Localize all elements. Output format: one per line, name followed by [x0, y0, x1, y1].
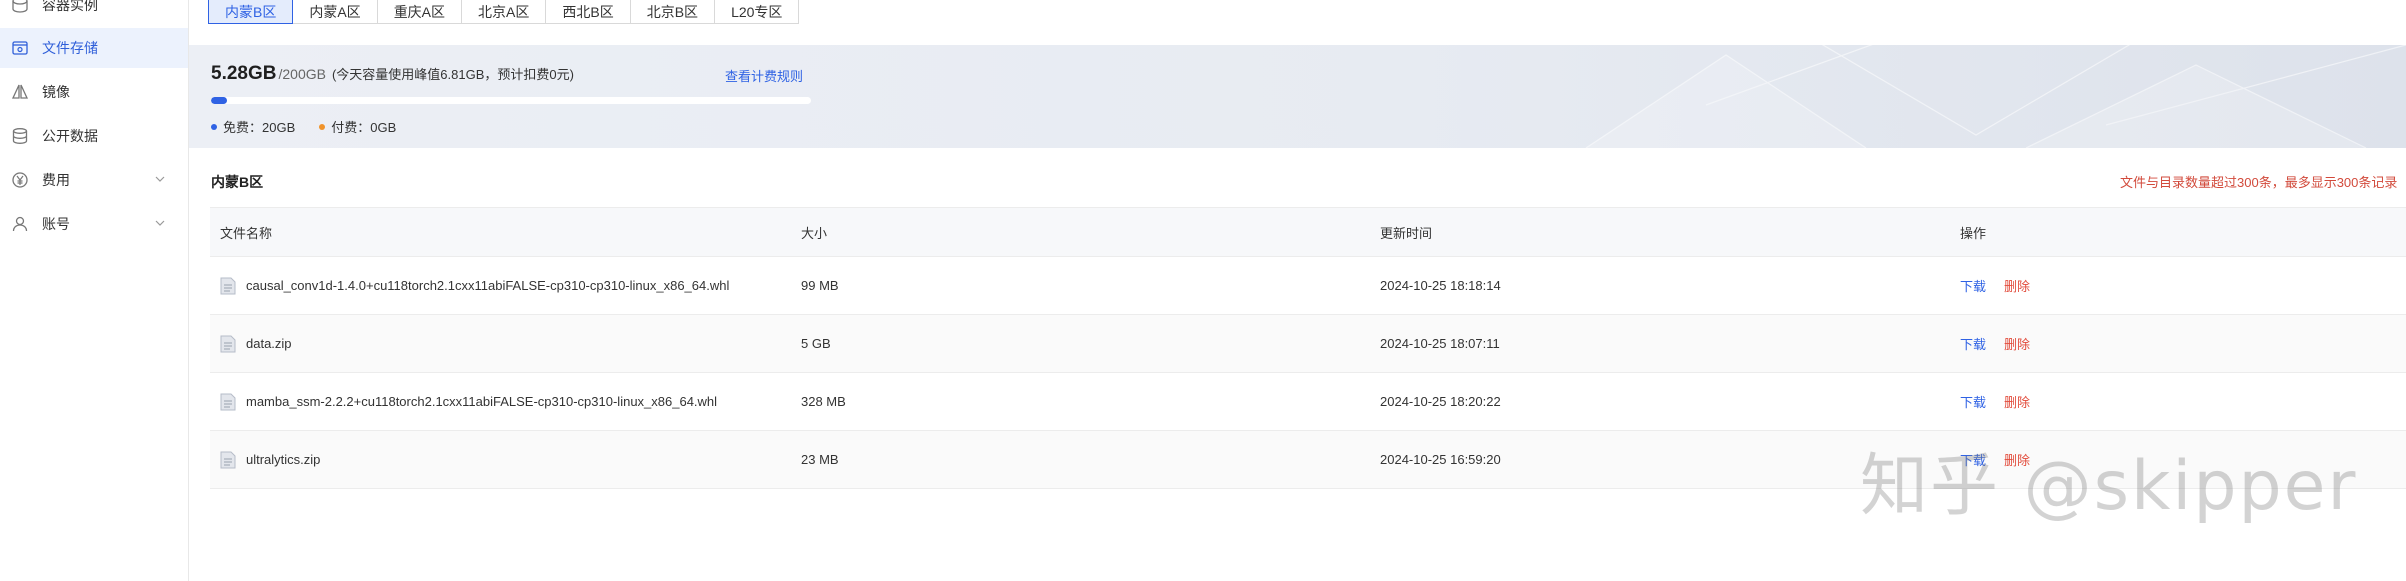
- usage-note: (今天容量使用峰值6.81GB，预计扣费0元): [331, 67, 574, 82]
- usage-progress-bar: [211, 97, 811, 104]
- user-icon: [10, 214, 30, 234]
- tab-region-neimeng-a[interactable]: 内蒙A区: [292, 0, 378, 24]
- tab-region-xibei-b[interactable]: 西北B区: [545, 0, 631, 24]
- file-icon: [220, 393, 236, 410]
- file-updated-time: 2024-10-25 18:18:14: [1380, 278, 1501, 293]
- table-header: 文件名称 大小 更新时间 操作: [210, 207, 2406, 257]
- yen-icon: [10, 170, 30, 190]
- file-icon: [220, 335, 236, 352]
- file-icon: [220, 451, 236, 468]
- table-row: causal_conv1d-1.4.0+cu118torch2.1cxx11ab…: [210, 257, 2406, 315]
- usage-legend: 免费：20GB 付费：0GB: [211, 117, 420, 136]
- sidebar-item-label: 容器实例: [42, 0, 98, 13]
- legend-free-label: 免费：20GB: [223, 120, 296, 135]
- sidebar-item-label: 账号: [42, 216, 70, 232]
- file-size: 5 GB: [801, 336, 831, 351]
- header-file-name: 文件名称: [220, 225, 273, 241]
- sidebar-item-container-instances[interactable]: 容器实例: [0, 0, 188, 25]
- tab-region-chongqing-a[interactable]: 重庆A区: [376, 0, 463, 24]
- delete-button[interactable]: 删除: [2004, 334, 2030, 353]
- header-size: 大小: [801, 225, 828, 241]
- file-name[interactable]: causal_conv1d-1.4.0+cu118torch2.1cxx11ab…: [246, 278, 729, 293]
- file-size: 23 MB: [801, 452, 839, 467]
- file-updated-time: 2024-10-25 18:07:11: [1380, 336, 1500, 351]
- legend-free: 免费：20GB: [211, 117, 295, 136]
- tab-region-neimeng-b[interactable]: 内蒙B区: [208, 0, 294, 24]
- sidebar-item-label: 镜像: [42, 84, 70, 100]
- usage-total: /200GB: [278, 66, 326, 82]
- tab-region-beijing-a[interactable]: 北京A区: [461, 0, 547, 24]
- tab-region-beijing-b[interactable]: 北京B区: [629, 0, 716, 24]
- usage-summary: 5.28GB /200GB (今天容量使用峰值6.81GB，预计扣费0元): [211, 63, 574, 85]
- file-updated-time: 2024-10-25 16:59:20: [1380, 452, 1501, 467]
- folder-storage-icon: [10, 38, 30, 58]
- usage-progress-fill: [211, 97, 227, 104]
- table-row: mamba_ssm-2.2.2+cu118torch2.1cxx11abiFAL…: [210, 373, 2406, 431]
- sidebar-item-label: 费用: [42, 172, 70, 188]
- billing-rules-link[interactable]: 查看计费规则: [725, 66, 803, 85]
- limit-note: 文件与目录数量超过300条，最多显示300条记录: [2120, 175, 2398, 190]
- file-size: 99 MB: [801, 278, 839, 293]
- sidebar-item-billing[interactable]: 费用: [0, 160, 188, 200]
- header-actions: 操作: [1960, 225, 1987, 241]
- sidebar-item-mirror[interactable]: 镜像: [0, 72, 188, 112]
- storage-usage-banner: 5.28GB /200GB (今天容量使用峰值6.81GB，预计扣费0元) 查看…: [189, 45, 2406, 148]
- sidebar-item-file-storage[interactable]: 文件存储: [0, 28, 188, 68]
- sidebar-item-label: 公开数据: [42, 128, 98, 144]
- delete-button[interactable]: 删除: [2004, 276, 2030, 295]
- sidebar-item-account[interactable]: 账号: [0, 204, 188, 244]
- legend-paid: 付费：0GB: [319, 117, 396, 136]
- chevron-down-icon[interactable]: [154, 217, 166, 229]
- file-name[interactable]: ultralytics.zip: [246, 452, 320, 467]
- app-root: 容器实例 文件存储 镜像 公开数据 费用 账号 内蒙B区 内蒙A区 重庆A区 北…: [0, 0, 2406, 581]
- legend-paid-label: 付费：0GB: [331, 120, 397, 135]
- database-icon: [10, 126, 30, 146]
- download-button[interactable]: 下载: [1960, 276, 1986, 295]
- chevron-down-icon[interactable]: [154, 173, 166, 185]
- container-icon: [10, 0, 30, 15]
- tab-region-l20[interactable]: L20专区: [714, 0, 800, 24]
- banner-decoration: [1585, 45, 2406, 148]
- dot-free-icon: [211, 123, 217, 130]
- watermark: 知乎 @skipper: [1860, 447, 2358, 526]
- sidebar-item-public-data[interactable]: 公开数据: [0, 116, 188, 156]
- section-title: 内蒙B区: [211, 174, 264, 190]
- file-size: 328 MB: [801, 394, 846, 409]
- region-tabs: 内蒙B区 内蒙A区 重庆A区 北京A区 西北B区 北京B区 L20专区: [208, 0, 800, 24]
- delete-button[interactable]: 删除: [2004, 392, 2030, 411]
- file-updated-time: 2024-10-25 18:20:22: [1380, 394, 1501, 409]
- file-icon: [220, 277, 236, 294]
- download-button[interactable]: 下载: [1960, 334, 1986, 353]
- mirror-icon: [10, 82, 30, 102]
- file-name[interactable]: data.zip: [246, 336, 292, 351]
- file-name[interactable]: mamba_ssm-2.2.2+cu118torch2.1cxx11abiFAL…: [246, 394, 717, 409]
- header-updated-time: 更新时间: [1380, 225, 1433, 241]
- sidebar-item-label: 文件存储: [42, 40, 98, 56]
- sidebar: 容器实例 文件存储 镜像 公开数据 费用 账号: [0, 0, 189, 581]
- download-button[interactable]: 下载: [1960, 392, 1986, 411]
- dot-paid-icon: [319, 123, 326, 130]
- table-row: data.zip 5 GB 2024-10-25 18:07:11 下载 删除: [210, 315, 2406, 373]
- usage-used: 5.28GB: [211, 63, 277, 84]
